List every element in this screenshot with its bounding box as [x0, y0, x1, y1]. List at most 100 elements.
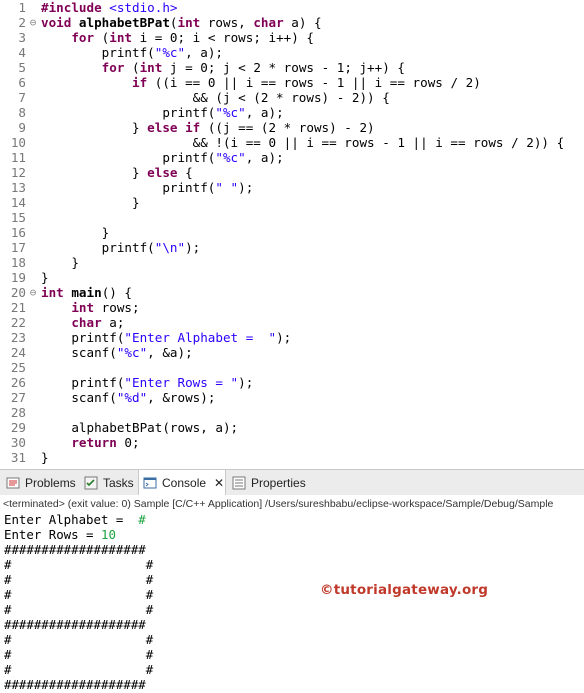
line-number: 17 [10, 240, 26, 255]
code-line[interactable]: 12 } else { [0, 165, 584, 180]
line-number: 11 [10, 150, 26, 165]
code-token: rows, [200, 15, 254, 30]
code-token: && (j < (2 * rows) - 2)) { [41, 90, 390, 105]
code-token: ( [169, 15, 178, 30]
code-text: } [41, 255, 79, 270]
code-text: #include <stdio.h> [41, 0, 178, 15]
code-token: , a); [185, 45, 223, 60]
line-number: 8 [18, 105, 26, 120]
code-line[interactable]: 6 if ((i == 0 || i == rows - 1 || i == r… [0, 75, 584, 90]
code-line[interactable]: 1 #include <stdio.h> [0, 0, 584, 15]
code-line[interactable]: 22 char a; [0, 315, 584, 330]
code-line[interactable]: 18 } [0, 255, 584, 270]
line-number: 28 [10, 405, 26, 420]
line-number: 4 [18, 45, 26, 60]
console-output: Enter Alphabet = # Enter Rows = 10 #####… [4, 512, 153, 692]
line-number: 2 [18, 15, 26, 30]
fold-toggle-icon[interactable]: ⊖ [27, 15, 39, 30]
tab-problems[interactable]: Problems [2, 470, 76, 495]
code-token: int [71, 300, 95, 315]
code-token: } [41, 450, 49, 465]
code-line[interactable]: 24 scanf("%c", &a); [0, 345, 584, 360]
code-token: ((j == (2 * rows) - 2) [200, 120, 375, 135]
code-line[interactable]: 23 printf("Enter Alphabet = "); [0, 330, 584, 345]
code-text: printf("%c", a); [41, 150, 283, 165]
code-text: && (j < (2 * rows) - 2)) { [41, 90, 390, 105]
code-token: ( [94, 30, 110, 45]
code-line[interactable]: 28 [0, 405, 584, 420]
code-line[interactable]: 7 && (j < (2 * rows) - 2)) { [0, 90, 584, 105]
code-line[interactable]: 21 int rows; [0, 300, 584, 315]
code-token: printf( [41, 240, 155, 255]
code-line[interactable]: 8 printf("%c", a); [0, 105, 584, 120]
fold-toggle-icon[interactable]: ⊖ [27, 285, 39, 300]
code-line[interactable]: 10 && !(i == 0 || i == rows - 1 || i == … [0, 135, 584, 150]
console-output-line: # # [4, 587, 154, 602]
code-token: "Enter Alphabet = " [124, 330, 277, 345]
tab-console[interactable]: Console ✕ [138, 470, 226, 495]
code-line[interactable]: 5 for (int j = 0; j < 2 * rows - 1; j++)… [0, 60, 584, 75]
properties-icon [232, 476, 246, 490]
console-output-line: # # [4, 647, 154, 662]
code-token: #include [41, 0, 110, 15]
code-line[interactable]: 17 printf("\n"); [0, 240, 584, 255]
close-icon[interactable]: ✕ [214, 476, 224, 490]
code-token: i = 0; i < rows; i++) { [132, 30, 314, 45]
code-token: j = 0; j < 2 * rows - 1; j++) { [162, 60, 405, 75]
code-line[interactable]: 16 } [0, 225, 584, 240]
tab-properties[interactable]: Properties [228, 470, 310, 495]
line-number: 13 [10, 180, 26, 195]
code-token: int [109, 30, 133, 45]
code-line[interactable]: 15 [0, 210, 584, 225]
console-view[interactable]: <terminated> (exit value: 0) Sample [C/C… [0, 495, 584, 693]
code-line[interactable]: 2 ⊖ void alphabetBPat(int rows, char a) { [0, 15, 584, 30]
views-tab-bar: Problems Tasks Console ✕ Properties [0, 469, 584, 496]
code-line[interactable]: 25 [0, 360, 584, 375]
code-token: main [71, 285, 102, 300]
code-token: "Enter Rows = " [124, 375, 239, 390]
code-token: for [71, 30, 95, 45]
user-input-alphabet: # [138, 512, 146, 527]
code-text: for (int i = 0; i < rows; i++) { [41, 30, 314, 45]
console-output-line: # # [4, 662, 154, 677]
code-token: else [147, 165, 178, 180]
line-number: 25 [10, 360, 26, 375]
code-line[interactable]: 14 } [0, 195, 584, 210]
line-number: 6 [18, 75, 26, 90]
code-token: " " [215, 180, 239, 195]
code-text: && !(i == 0 || i == rows - 1 || i == row… [41, 135, 565, 150]
console-output-line: # # [4, 632, 154, 647]
code-line[interactable]: 27 scanf("%d", &rows); [0, 390, 584, 405]
code-token: printf( [41, 375, 125, 390]
code-line[interactable]: 26 printf("Enter Rows = "); [0, 375, 584, 390]
line-number: 16 [10, 225, 26, 240]
code-text: printf("\n"); [41, 240, 201, 255]
code-token: return [71, 435, 117, 450]
code-text: } [41, 195, 140, 210]
code-line[interactable]: 13 printf(" "); [0, 180, 584, 195]
code-line[interactable]: 9 } else if ((j == (2 * rows) - 2) [0, 120, 584, 135]
code-token: () { [101, 285, 133, 300]
line-number: 12 [10, 165, 26, 180]
code-token: if [132, 75, 148, 90]
code-token: int [41, 285, 64, 300]
code-line[interactable]: 3 for (int i = 0; i < rows; i++) { [0, 30, 584, 45]
code-line[interactable]: 11 printf("%c", a); [0, 150, 584, 165]
code-line[interactable]: 4 printf("%c", a); [0, 45, 584, 60]
console-output-line: # # [4, 557, 154, 572]
code-token: char [253, 15, 284, 30]
code-editor[interactable]: 1 #include <stdio.h> 2 ⊖ void alphabetBPat(i… [0, 0, 584, 467]
code-line[interactable]: 20 ⊖ int main() { [0, 285, 584, 300]
code-token: ); [185, 240, 201, 255]
code-line[interactable]: 29 alphabetBPat(rows, a); [0, 420, 584, 435]
code-line[interactable]: 30 return 0; [0, 435, 584, 450]
user-input-rows: 10 [100, 527, 116, 542]
code-token: , &rows); [147, 390, 216, 405]
code-token: printf( [41, 150, 216, 165]
code-line[interactable]: 31} [0, 450, 584, 465]
code-line[interactable]: 19} [0, 270, 584, 285]
tab-tasks[interactable]: Tasks [80, 470, 134, 495]
